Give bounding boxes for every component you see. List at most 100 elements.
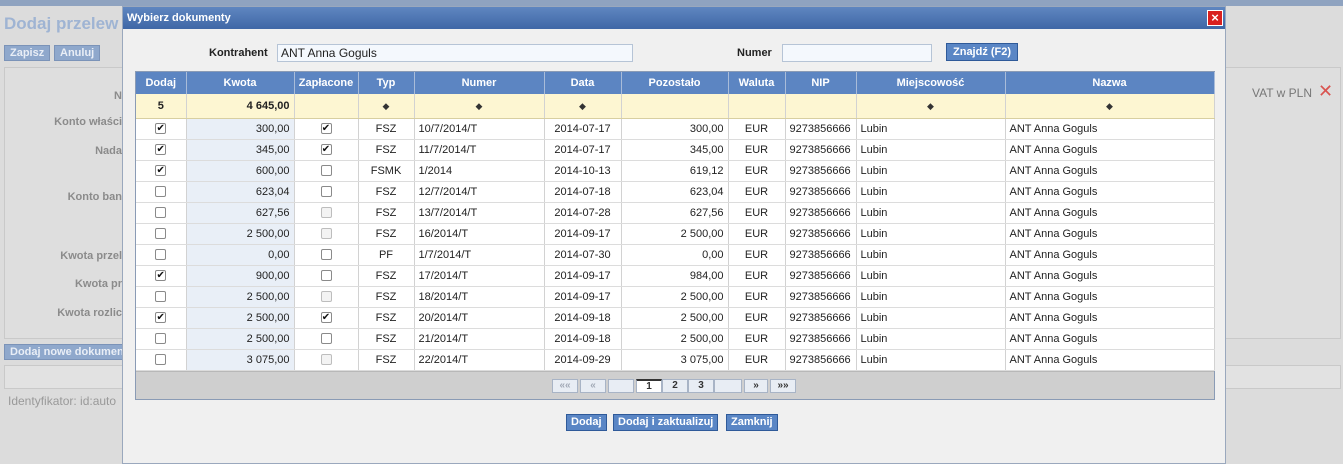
paid-checkbox[interactable]	[320, 333, 332, 345]
date-filter[interactable]: ◆	[544, 94, 622, 119]
column-header[interactable]: Numer	[414, 72, 545, 94]
name-filter[interactable]: ◆	[1005, 94, 1215, 119]
column-header[interactable]: Waluta	[728, 72, 786, 94]
paid-cell[interactable]	[294, 265, 359, 287]
paid-cell[interactable]	[294, 181, 359, 203]
amount-cell[interactable]: 627,56	[186, 202, 295, 224]
cancel-button[interactable]: Anuluj	[54, 45, 101, 61]
add-checkbox[interactable]	[155, 207, 167, 219]
add-cell[interactable]: ✔	[136, 139, 187, 161]
dialog-title-bar[interactable]: Wybierz dokumenty ×	[123, 7, 1225, 29]
add-checkbox[interactable]: ✔	[155, 270, 167, 282]
table-row[interactable]: 2 500,00 FSZ 21/2014/T 2014-09-18 2 500,00 EU…	[136, 328, 1215, 350]
add-checkbox[interactable]: ✔	[155, 123, 167, 135]
paid-cell[interactable]	[294, 160, 359, 182]
paid-cell[interactable]	[294, 202, 359, 224]
number-filter[interactable]: ◆	[414, 94, 545, 119]
table-row[interactable]: 3 075,00 FSZ 22/2014/T 2014-09-29 3 075,00 EU…	[136, 349, 1215, 371]
add-checkbox[interactable]	[155, 228, 167, 240]
add-checkbox[interactable]	[155, 249, 167, 261]
close-button[interactable]: Zamknij	[726, 414, 778, 431]
table-row[interactable]: ✔ 2 500,00 ✔ FSZ 20/2014/T 2014-09-18 2 500,00…	[136, 307, 1215, 329]
find-button[interactable]: Znajdź (F2)	[946, 43, 1019, 61]
add-cell[interactable]	[136, 181, 187, 203]
sort-icon[interactable]: ◆	[476, 101, 483, 111]
paid-checkbox[interactable]	[320, 165, 332, 177]
add-cell[interactable]: ✔	[136, 118, 187, 140]
add-cell[interactable]	[136, 349, 187, 371]
column-header[interactable]: Kwota	[186, 72, 295, 94]
amount-cell[interactable]: 600,00	[186, 160, 295, 182]
paid-cell[interactable]: ✔	[294, 118, 359, 140]
paid-cell[interactable]	[294, 223, 359, 245]
amount-cell[interactable]: 300,00	[186, 118, 295, 140]
amount-cell[interactable]: 0,00	[186, 244, 295, 266]
add-new-documents-button[interactable]: Dodaj nowe dokumen	[4, 344, 130, 360]
add-button[interactable]: Dodaj	[566, 414, 607, 431]
amount-cell[interactable]: 2 500,00	[186, 328, 295, 350]
amount-cell[interactable]: 2 500,00	[186, 286, 295, 308]
column-header[interactable]: Zapłacone	[294, 72, 359, 94]
page-3-button[interactable]: 3	[688, 378, 714, 393]
table-row[interactable]: 2 500,00 FSZ 18/2014/T 2014-09-17 2 500,00 EU…	[136, 286, 1215, 308]
amount-cell[interactable]: 900,00	[186, 265, 295, 287]
add-cell[interactable]: ✔	[136, 265, 187, 287]
add-cell[interactable]	[136, 202, 187, 224]
add-checkbox[interactable]	[155, 291, 167, 303]
amount-cell[interactable]: 2 500,00	[186, 307, 295, 329]
amount-cell[interactable]: 623,04	[186, 181, 295, 203]
table-row[interactable]: 627,56 FSZ 13/7/2014/T 2014-07-28 627,56 EUR 9…	[136, 202, 1215, 224]
add-cell[interactable]	[136, 223, 187, 245]
paid-cell[interactable]	[294, 349, 359, 371]
add-checkbox[interactable]	[155, 186, 167, 198]
paid-checkbox[interactable]: ✔	[320, 144, 332, 156]
table-row[interactable]: 0,00 PF 1/7/2014/T 2014-07-30 0,00 EUR 9273856…	[136, 244, 1215, 266]
amount-cell[interactable]: 3 075,00	[186, 349, 295, 371]
column-header[interactable]: Miejscowość	[856, 72, 1006, 94]
paid-cell[interactable]	[294, 328, 359, 350]
paid-cell[interactable]: ✔	[294, 307, 359, 329]
remove-icon[interactable]: ✕	[1318, 82, 1333, 100]
add-checkbox[interactable]	[155, 354, 167, 366]
save-button[interactable]: Zapisz	[4, 45, 51, 61]
sort-icon[interactable]: ◆	[927, 101, 934, 111]
sort-icon[interactable]: ◆	[579, 101, 586, 111]
city-filter[interactable]: ◆	[856, 94, 1006, 119]
paid-cell[interactable]: ✔	[294, 139, 359, 161]
next-page-button[interactable]: »	[744, 378, 768, 393]
add-cell[interactable]: ✔	[136, 307, 187, 329]
column-header[interactable]: NIP	[785, 72, 857, 94]
add-checkbox[interactable]: ✔	[155, 312, 167, 324]
prev-page-button[interactable]: «	[580, 378, 606, 393]
paid-checkbox[interactable]: ✔	[320, 123, 332, 135]
last-page-button[interactable]: »»	[770, 378, 796, 393]
paid-checkbox[interactable]: ✔	[320, 312, 332, 324]
close-icon[interactable]: ×	[1207, 10, 1223, 26]
add-and-update-button[interactable]: Dodaj i zaktualizuj	[613, 414, 719, 431]
amount-cell[interactable]: 345,00	[186, 139, 295, 161]
table-row[interactable]: ✔ 300,00 ✔ FSZ 10/7/2014/T 2014-07-17 300,00 EU…	[136, 118, 1215, 140]
sort-icon[interactable]: ◆	[1106, 101, 1113, 111]
number-input[interactable]	[782, 44, 932, 62]
table-row[interactable]: 2 500,00 FSZ 16/2014/T 2014-09-17 2 500,00 EU…	[136, 223, 1215, 245]
paid-cell[interactable]	[294, 286, 359, 308]
paid-checkbox[interactable]	[320, 249, 332, 261]
column-header[interactable]: Nazwa	[1005, 72, 1215, 94]
paid-checkbox[interactable]	[320, 270, 332, 282]
paid-cell[interactable]	[294, 244, 359, 266]
page-1-button[interactable]: 1	[636, 378, 662, 393]
add-cell[interactable]	[136, 328, 187, 350]
sort-icon[interactable]: ◆	[383, 101, 390, 111]
page-2-button[interactable]: 2	[662, 378, 688, 393]
contractor-input[interactable]	[277, 44, 633, 62]
column-header[interactable]: Typ	[358, 72, 415, 94]
add-cell[interactable]	[136, 286, 187, 308]
paid-checkbox[interactable]	[320, 186, 332, 198]
column-header[interactable]: Dodaj	[136, 72, 187, 94]
column-header[interactable]: Data	[544, 72, 622, 94]
add-checkbox[interactable]	[155, 333, 167, 345]
add-cell[interactable]: ✔	[136, 160, 187, 182]
add-checkbox[interactable]: ✔	[155, 144, 167, 156]
add-checkbox[interactable]: ✔	[155, 165, 167, 177]
table-row[interactable]: ✔ 900,00 FSZ 17/2014/T 2014-09-17 984,00 EUR 92…	[136, 265, 1215, 287]
